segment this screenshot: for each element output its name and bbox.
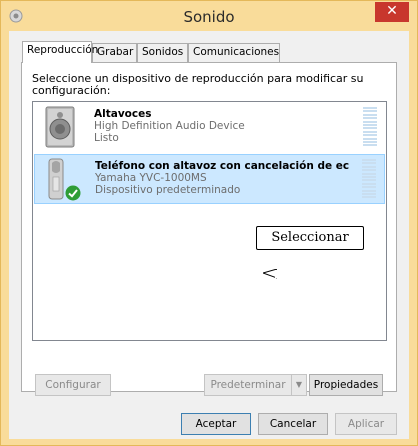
tab-sonidos[interactable]: Sonidos <box>137 43 188 62</box>
device-item-speakerphone[interactable]: Teléfono con altavoz con cancelación de … <box>34 154 385 204</box>
close-icon: ✕ <box>386 3 398 19</box>
device-item-altavoces[interactable]: Altavoces High Definition Audio Device L… <box>34 103 385 153</box>
device-name: Altavoces <box>94 108 152 120</box>
volume-level-meter <box>362 159 376 201</box>
close-button[interactable]: ✕ <box>375 2 409 22</box>
device-description: Yamaha YVC-1000MS <box>95 172 207 184</box>
instruction-text: Seleccione un dispositivo de reproducció… <box>32 72 364 97</box>
device-list[interactable]: Altavoces High Definition Audio Device L… <box>32 101 387 341</box>
chevron-down-icon[interactable]: ▼ <box>291 374 307 396</box>
device-status: Listo <box>94 132 119 144</box>
tab-comunicaciones[interactable]: Comunicaciones <box>188 43 280 62</box>
tab-reproduccion[interactable]: Reproducción <box>22 41 98 63</box>
green-check-icon <box>65 185 81 201</box>
title-bar[interactable]: Sonido ✕ <box>1 1 417 31</box>
set-default-button[interactable]: Predeterminar <box>204 374 292 396</box>
dialog-client-area: Reproducción Grabar Sonidos Comunicacion… <box>9 31 409 439</box>
device-status: Dispositivo predeterminado <box>95 184 241 196</box>
tooltip-seleccionar: Seleccionar <box>256 226 364 250</box>
tooltip-pointer <box>263 269 277 279</box>
apply-button[interactable]: Aplicar <box>335 413 397 435</box>
tab-grabar[interactable]: Grabar <box>92 43 137 62</box>
device-description: High Definition Audio Device <box>94 120 245 132</box>
speaker-icon <box>45 106 75 148</box>
playback-panel: Seleccione un dispositivo de reproducció… <box>21 62 397 392</box>
cancel-button[interactable]: Cancelar <box>258 413 328 435</box>
volume-level-meter <box>363 107 377 149</box>
configure-button[interactable]: Configurar <box>35 374 111 396</box>
ok-button[interactable]: Aceptar <box>181 413 251 435</box>
window-title: Sonido <box>183 8 235 26</box>
sound-dialog: Sonido ✕ Reproducción Grabar Sonidos Com… <box>0 0 418 446</box>
properties-button[interactable]: Propiedades <box>309 374 383 396</box>
device-name: Teléfono con altavoz con cancelación de … <box>95 160 350 172</box>
